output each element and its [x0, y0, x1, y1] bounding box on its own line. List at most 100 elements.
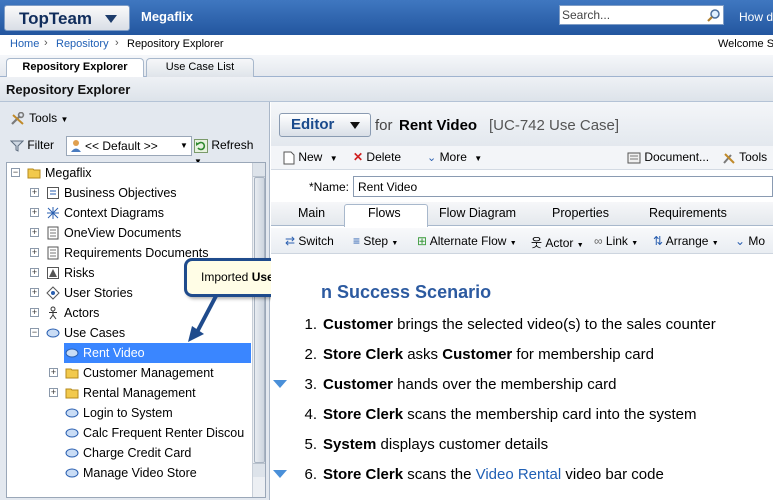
- scenario-step[interactable]: 6. Store Clerk scans the Video Rental vid…: [273, 466, 664, 483]
- diagram-icon: [47, 207, 59, 219]
- use-case-icon: [65, 348, 79, 358]
- expand-icon[interactable]: +: [30, 188, 39, 197]
- more-button[interactable]: ⌄ More ▼: [427, 150, 482, 164]
- name-field-value: Rent Video: [358, 180, 418, 194]
- step-text: asks: [403, 346, 443, 363]
- tree-item-label: User Stories: [64, 286, 133, 300]
- refresh-label: Refresh: [211, 138, 254, 152]
- scenario-step[interactable]: 4. Store Clerk scans the membership card …: [295, 406, 696, 423]
- tree-item-label: Actors: [64, 306, 100, 320]
- user-icon: [71, 140, 81, 152]
- step-link[interactable]: Video Rental: [476, 466, 562, 483]
- filter-button[interactable]: Filter: [10, 138, 54, 153]
- scenario-step[interactable]: 3. Customer hands over the membership car…: [273, 376, 616, 393]
- step-number: 3.: [304, 376, 317, 393]
- scroll-up-icon[interactable]: [253, 163, 265, 177]
- chevron-down-icon: ▼: [711, 240, 719, 247]
- actor-button[interactable]: 웃 Actor ▼: [531, 234, 584, 251]
- switch-icon: ⇄: [285, 234, 296, 248]
- tab-use-case-list[interactable]: Use Case List: [146, 58, 254, 77]
- tab-requirements[interactable]: Requirements: [649, 206, 727, 220]
- name-field[interactable]: Rent Video: [353, 176, 773, 197]
- step-actor: Customer: [323, 376, 394, 393]
- step-icon: ≡: [353, 234, 361, 248]
- step-button[interactable]: ≡ Step ▼: [353, 234, 398, 248]
- tab-main[interactable]: Main: [298, 206, 325, 220]
- new-document-icon: [283, 151, 295, 165]
- alternate-flow-marker-icon[interactable]: [273, 470, 287, 478]
- app-switcher-button[interactable]: TopTeam: [4, 5, 130, 31]
- tools-menu-button[interactable]: Tools ▼: [10, 111, 68, 126]
- step-number: 2.: [304, 346, 317, 363]
- app-name: TopTeam: [19, 9, 93, 28]
- expand-icon[interactable]: +: [30, 208, 39, 217]
- breadcrumb-separator-icon: ›: [44, 37, 48, 49]
- collapse-icon[interactable]: −: [30, 328, 39, 337]
- expand-icon[interactable]: +: [30, 268, 39, 277]
- step-text: scans the: [403, 466, 476, 483]
- tree-vertical-scrollbar[interactable]: [252, 163, 265, 497]
- search-icon[interactable]: [707, 8, 721, 22]
- alternate-flow-label: Alternate Flow: [429, 234, 507, 248]
- alternate-flow-marker-icon[interactable]: [273, 380, 287, 388]
- step-text: displays customer details: [376, 436, 549, 453]
- repository-tree-panel: Tools ▼ Filter << Default >> ▼ Refresh −…: [0, 102, 270, 500]
- alternate-flow-button[interactable]: ⊞ Alternate Flow ▼: [417, 234, 517, 248]
- callout-arrow-icon: [188, 295, 218, 342]
- collapse-icon[interactable]: −: [11, 168, 20, 177]
- step-text: video bar code: [561, 466, 664, 483]
- chevron-down-icon: [105, 15, 117, 23]
- tools-icon: [723, 153, 735, 164]
- new-label: New: [298, 150, 323, 164]
- tab-properties[interactable]: Properties: [552, 206, 609, 220]
- expand-icon[interactable]: +: [49, 368, 58, 377]
- breadcrumb-home[interactable]: Home: [10, 38, 39, 50]
- editor-mode-button[interactable]: Editor: [279, 113, 371, 137]
- tree-item-label: Rental Management: [83, 386, 196, 400]
- arrange-icon: ⇅: [653, 234, 664, 248]
- objectives-icon: [47, 187, 59, 199]
- expand-icon[interactable]: +: [30, 308, 39, 317]
- editor-tab-bar: Main Flows Flow Diagram Properties Requi…: [271, 202, 773, 227]
- more-flow-button[interactable]: ⌄ Mo: [735, 234, 765, 248]
- switch-button[interactable]: ⇄ Switch: [285, 234, 334, 248]
- search-input[interactable]: [562, 7, 704, 23]
- risk-icon: [47, 267, 59, 279]
- tab-repository-explorer[interactable]: Repository Explorer: [6, 58, 144, 78]
- breadcrumb-repository[interactable]: Repository: [56, 38, 109, 50]
- expand-icon[interactable]: +: [49, 388, 58, 397]
- use-case-icon: [46, 328, 60, 338]
- view-select[interactable]: << Default >> ▼: [66, 136, 192, 156]
- expand-icon[interactable]: +: [30, 248, 39, 257]
- expand-icon[interactable]: +: [30, 288, 39, 297]
- chevron-down-icon: ▼: [509, 240, 517, 247]
- tab-flow-diagram[interactable]: Flow Diagram: [439, 206, 516, 220]
- main-tab-bar: Repository Explorer Use Case List: [0, 55, 773, 78]
- scenario-step[interactable]: 2. Store Clerk asks Customer for membersh…: [295, 346, 653, 363]
- scrollbar-thumb[interactable]: [254, 177, 265, 463]
- tree-item-label: OneView Documents: [64, 226, 182, 240]
- alternate-flow-icon: ⊞: [417, 234, 428, 248]
- scenario-step[interactable]: 1. Customer brings the selected video(s) …: [295, 316, 715, 333]
- new-button[interactable]: New ▼: [283, 150, 338, 165]
- expand-icon[interactable]: +: [30, 228, 39, 237]
- chevron-down-icon: ▼: [329, 154, 338, 163]
- filter-toolbar: Filter << Default >> ▼ Refresh ▼: [6, 136, 264, 166]
- arrange-button[interactable]: ⇅ Arrange ▼: [653, 234, 719, 248]
- help-link[interactable]: How do: [739, 10, 773, 24]
- delete-icon: ✕: [353, 150, 364, 164]
- document-button[interactable]: Document...: [627, 150, 709, 165]
- delete-button[interactable]: ✕ Delete: [353, 150, 401, 164]
- scenario-step[interactable]: 5. System displays customer details: [295, 436, 548, 453]
- scroll-down-icon[interactable]: [253, 463, 265, 477]
- step-number: 6.: [304, 466, 317, 483]
- project-name: Megaflix: [141, 9, 194, 24]
- tree-item-label: Login to System: [83, 406, 173, 420]
- editor-tools-label: Tools: [739, 150, 768, 164]
- use-case-icon: [65, 468, 79, 478]
- chevron-down-icon: ▼: [576, 242, 584, 249]
- editor-tools-button[interactable]: Tools: [722, 150, 767, 165]
- link-button[interactable]: ∞ Link ▼: [594, 234, 638, 248]
- filter-label: Filter: [27, 138, 55, 152]
- tab-flows[interactable]: Flows: [368, 206, 401, 220]
